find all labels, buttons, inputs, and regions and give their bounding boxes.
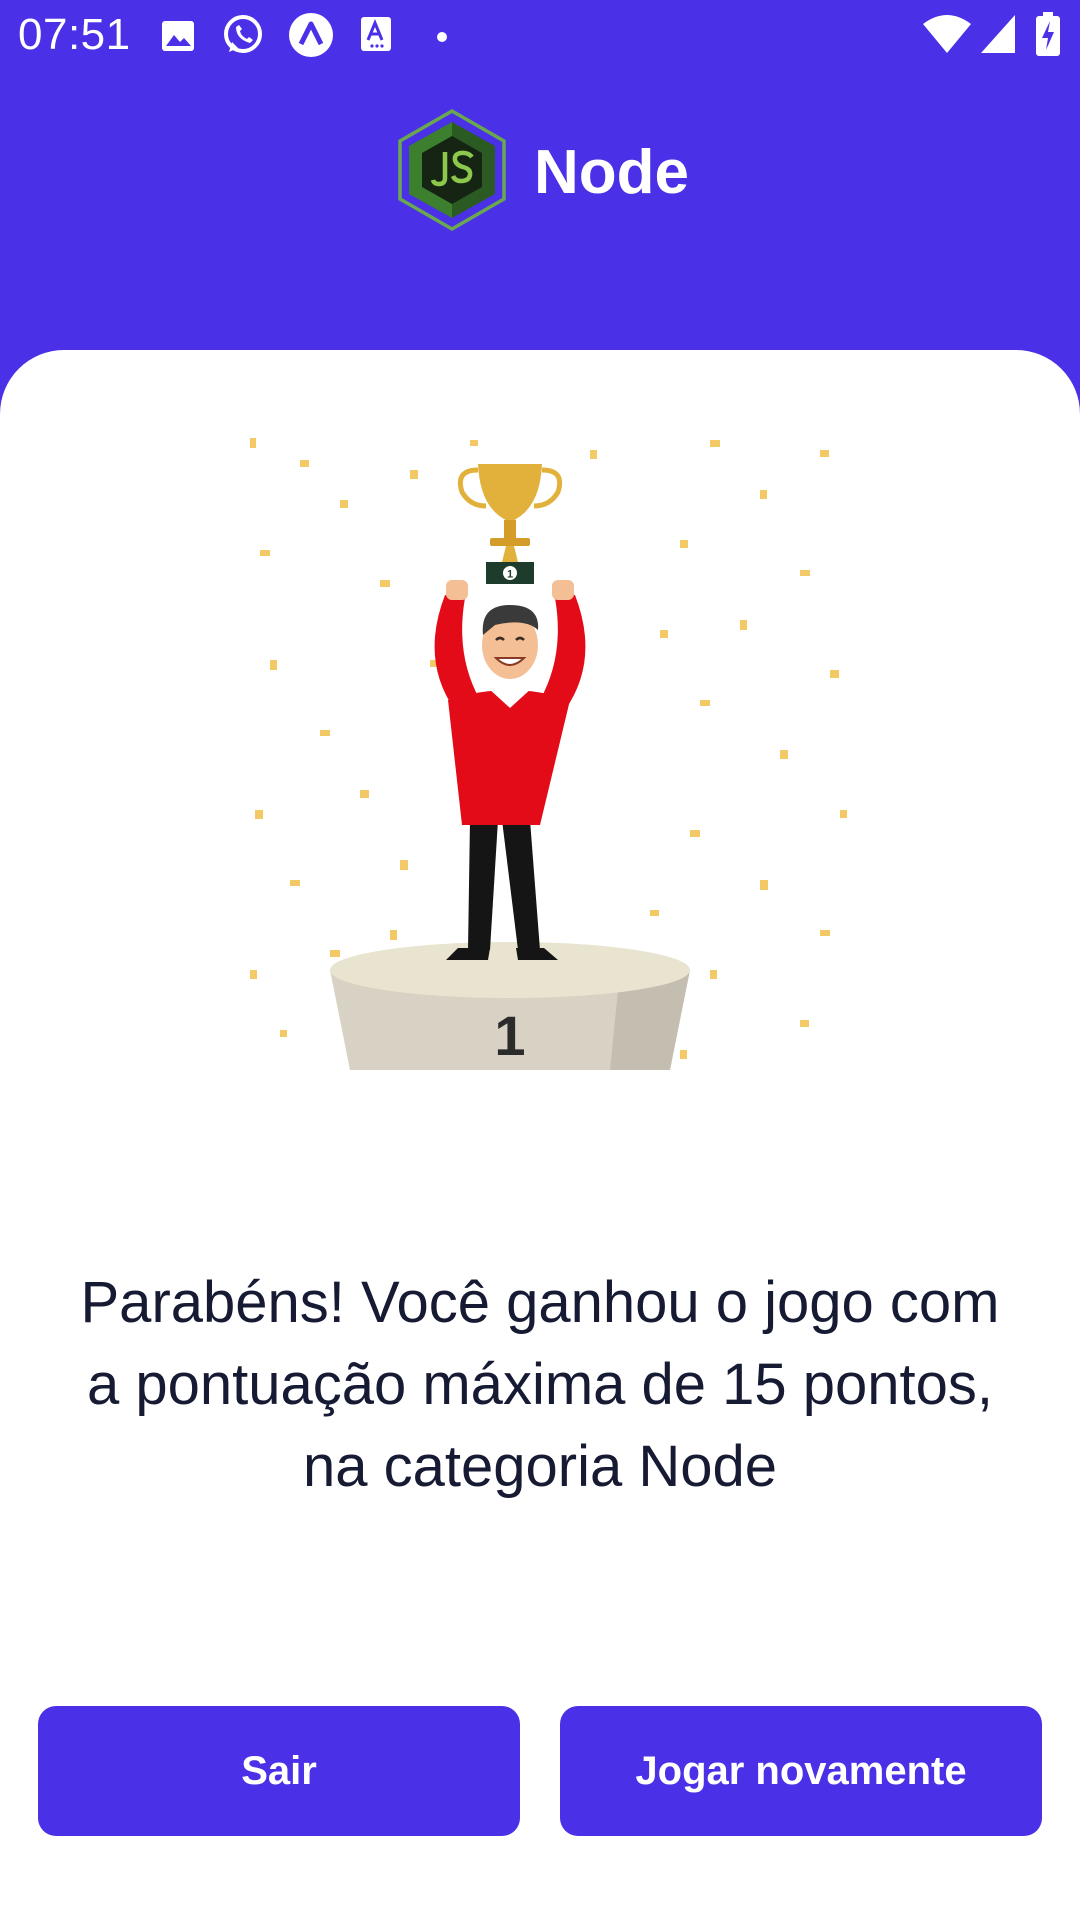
status-time: 07:51 — [18, 10, 131, 59]
status-bar: 07:51 — [0, 0, 1080, 76]
signal-icon — [980, 14, 1016, 59]
page-title: Node — [534, 137, 689, 207]
font-icon — [360, 16, 392, 57]
gallery-icon — [160, 18, 196, 59]
app-icon — [288, 12, 334, 63]
trophy-illustration: 1 1 — [250, 438, 847, 1070]
battery-charging-icon — [1036, 12, 1060, 61]
exit-button[interactable]: Sair — [38, 1706, 520, 1836]
app-brand: Node — [396, 108, 689, 236]
nodejs-logo-icon — [396, 108, 508, 237]
podium-number: 1 — [494, 1004, 525, 1067]
trophy-medal-number: 1 — [507, 569, 513, 581]
whatsapp-icon — [220, 12, 266, 63]
wifi-icon — [922, 14, 972, 59]
podium: 1 — [330, 942, 690, 1070]
trophy-icon: 1 — [457, 464, 563, 584]
person — [434, 580, 586, 960]
dot-icon — [436, 30, 448, 48]
play-again-button[interactable]: Jogar novamente — [560, 1706, 1042, 1836]
result-message: Parabéns! Você ganhou o jogo com a pontu… — [80, 1270, 1000, 1499]
